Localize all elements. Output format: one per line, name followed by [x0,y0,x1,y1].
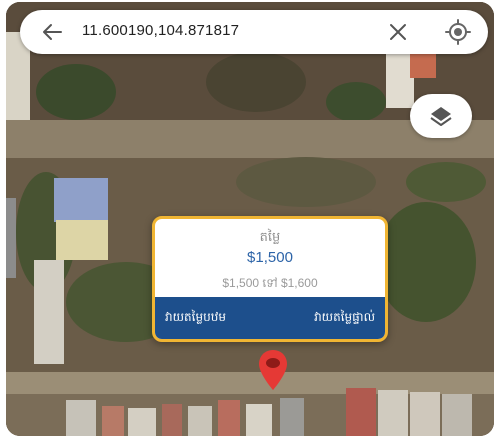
price-card-actions: វាយតម្លៃបឋម វាយតម្លៃផ្ទាល់ [155,297,385,339]
price-label: តម្លៃ [259,230,281,245]
my-location-button[interactable] [442,16,474,48]
search-bar[interactable]: 11.600190,104.871817 [20,10,488,54]
price-range: $1,500 ទៅ $1,600 [222,276,318,290]
close-icon [390,24,406,40]
map-pin-icon[interactable] [256,348,290,392]
back-button[interactable] [38,18,66,46]
clear-button[interactable] [384,18,412,46]
layers-icon [430,107,452,126]
layers-button[interactable] [410,94,472,138]
price-value: $1,500 [247,249,293,266]
my-location-icon [445,19,471,45]
coordinates-text[interactable]: 11.600190,104.871817 [82,22,239,39]
arrow-left-icon [43,24,62,40]
estimate-button[interactable]: វាយតម្លៃបឋម [165,309,226,327]
accurate-valuation-button[interactable]: វាយតម្លៃផ្ទាល់ [314,309,375,327]
price-card: តម្លៃ $1,500 $1,500 ទៅ $1,600 វាយតម្លៃបឋ… [152,216,388,342]
map-view[interactable]: 11.600190,104.871817 តម្លៃ $1,500 $1,500… [6,2,494,436]
